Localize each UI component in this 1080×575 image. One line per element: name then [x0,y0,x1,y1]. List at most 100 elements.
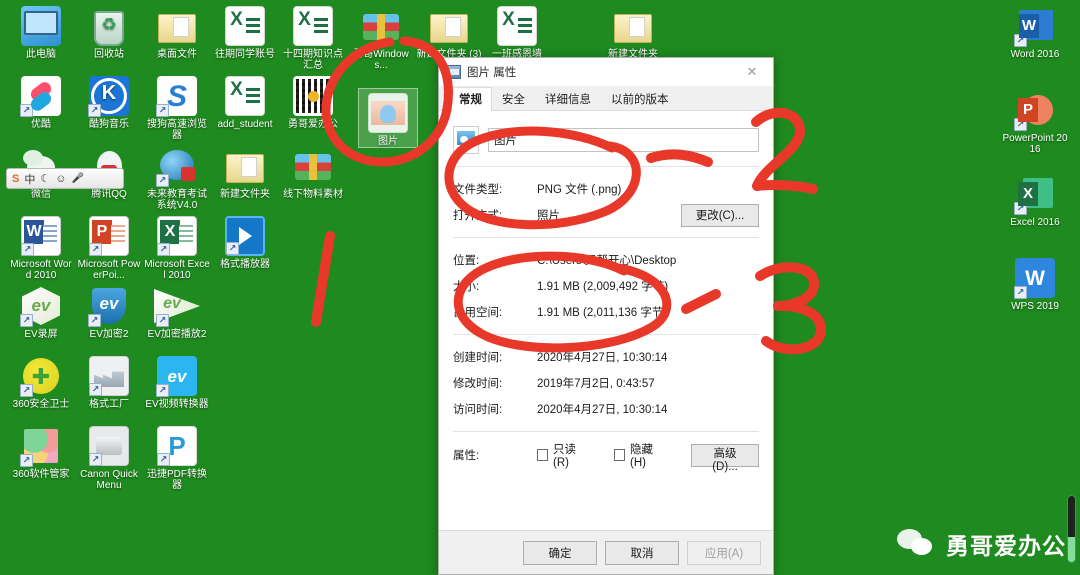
desktop-icon-桌面文件[interactable]: 桌面文件 [144,6,210,70]
desktop-icon-此电脑[interactable]: 此电脑 [8,6,74,70]
ime-language-bar[interactable]: S 中 ☾ ☺ 🎤 [6,168,124,189]
desktop-icon-EV加密播放2[interactable]: EV加密播放2 [144,286,210,350]
shortcut-arrow-icon [89,383,102,396]
accessed-label: 访问时间: [453,404,503,416]
location-value: C:\Users\天帮开心\Desktop [537,255,677,267]
desktop-icon-勇哥Windows...[interactable]: 勇哥Windows... [348,6,414,71]
advanced-button[interactable]: 高级(D)... [691,443,759,473]
desktop-icon-label: PowerPoint 2016 [1002,133,1068,155]
desktop-icon-selected-image[interactable]: 图片 [358,88,418,148]
desktop-icon-label: add_student [217,119,273,130]
size-row: 大小: 1.91 MB (2,009,492 字节) [453,273,759,299]
desktop-icon-未来教育考试系统V4.0[interactable]: 未来教育考试系统V4.0 [144,146,210,211]
desktop-icon-Microsoft Excel 2010[interactable]: Microsoft Excel 2010 [144,216,210,281]
hidden-checkbox-box[interactable] [614,449,625,461]
desktop-icon-格式播放器[interactable]: 格式播放器 [212,216,278,280]
ime-mode-icon[interactable]: 中 [24,171,35,187]
shortcut-arrow-icon [88,104,101,117]
desktop-icon-Microsoft PowerPoi...[interactable]: Microsoft PowerPoi... [76,216,142,281]
ok-button[interactable]: 确定 [523,540,597,565]
readonly-checkbox-box[interactable] [537,449,548,461]
folder-icon [157,6,197,46]
ime-mic-icon[interactable]: 🎤 [71,173,83,184]
desktop-icon-新建文件夹[interactable]: 新建文件夹 [212,146,278,210]
desktop-icon-优酷[interactable]: 优酷 [8,76,74,140]
msexcel-icon [157,216,197,256]
desktop-icon-360软件管家[interactable]: 360软件管家 [8,426,74,490]
excel-icon [225,76,265,116]
filename-input[interactable]: 图片 [488,128,759,152]
wechat-watermark: 勇哥爱办公 [897,527,1066,561]
youku-icon [20,76,61,117]
desktop-icon-label: 优酷 [31,119,51,130]
divider-4 [453,431,759,432]
png-file-icon [453,126,479,154]
readonly-checkbox[interactable]: 只读(R) [537,441,588,469]
apply-button: 应用(A) [687,540,761,565]
tab-details[interactable]: 详细信息 [535,87,601,111]
desktop-icon-回收站[interactable]: 回收站 [76,6,142,70]
desktop-icon-label: 勇哥爱办公 [288,119,338,130]
open-with-value: 照片 [537,210,560,222]
stroke-label-1 [311,231,335,327]
desktop-icon-搜狗高速浏览器[interactable]: 搜狗高速浏览器 [144,76,210,141]
file-properties-icon [447,65,461,79]
desktop-icon-label: EV视频转换器 [145,399,209,410]
w2016-icon [1014,6,1055,47]
desktop-icon-360安全卫士[interactable]: 360安全卫士 [8,356,74,420]
hidden-checkbox[interactable]: 隐藏(H) [614,441,665,469]
desktop-icon-图片[interactable]: 图片 [359,93,417,147]
file-type-value: PNG 文件 (.png) [537,184,622,196]
shortcut-arrow-icon [21,243,34,256]
p2016-icon [1014,90,1055,131]
change-button[interactable]: 更改(C)... [681,203,759,227]
desktop-icon-column-2: 桌面文件搜狗高速浏览器未来教育考试系统V4.0 Microsoft Excel 2… [144,6,210,496]
player-icon [225,216,265,256]
desktop-icon-EV视频转换器[interactable]: EV视频转换器 [144,356,210,420]
dialog-titlebar[interactable]: 图片 属性 ✕ [439,58,773,86]
ev1-icon [20,286,61,327]
desktop-icon-十四期知识点汇总[interactable]: 十四期知识点汇总 [280,6,346,71]
desktop-icon-label: 此电脑 [26,49,56,60]
desktop-icon-PowerPoint 2016[interactable]: PowerPoint 2016 [1002,90,1068,168]
size-on-disk-label: 占用空间: [453,307,503,319]
desktop-icon-label: 未来教育考试系统V4.0 [147,189,207,211]
folder-icon [429,6,469,46]
tab-general[interactable]: 常规 [449,87,492,111]
attributes-label: 属性: [453,450,480,462]
file-properties-dialog: 图片 属性 ✕ 常规 安全 详细信息 以前的版本 图片 文件类型: PNG 文件… [438,57,774,575]
desktop-icon-WPS 2019[interactable]: WPS 2019 [1002,258,1068,336]
wps-icon [1014,258,1055,299]
desktop-icon-格式工厂[interactable]: 格式工厂 [76,356,142,420]
tab-previous-versions[interactable]: 以前的版本 [601,87,679,111]
desktop-icon-酷狗音乐[interactable]: 酷狗音乐 [76,76,142,140]
cancel-button[interactable]: 取消 [605,540,679,565]
qr-icon [293,76,333,116]
scrollbar-thumb[interactable] [1067,495,1076,563]
desktop-icon-label: 格式工厂 [89,399,129,410]
desktop-icon-线下物料素材[interactable]: 线下物料素材 [280,146,346,210]
ime-moon-icon[interactable]: ☾ [40,172,50,185]
desktop-icon-EV加密2[interactable]: EV加密2 [76,286,142,350]
desktop-icon-Microsoft Word 2010[interactable]: Microsoft Word 2010 [8,216,74,281]
desktop-icon-勇哥爱办公[interactable]: 勇哥爱办公 [280,76,346,140]
desktop-icon-迅捷PDF转换器[interactable]: 迅捷PDF转换器 [144,426,210,491]
created-value: 2020年4月27日, 10:30:14 [537,352,668,364]
desktop-icon-label: 360安全卫士 [12,399,70,410]
desktop-icon-add_student[interactable]: add_student [212,76,278,140]
desktop-icon-label: EV加密2 [89,329,129,340]
desktop-icon-Excel 2016[interactable]: Excel 2016 [1002,174,1068,252]
close-icon[interactable]: ✕ [731,58,773,86]
desktop-icon-label: 勇哥Windows... [353,49,409,71]
desktop-icon-往期同学账号[interactable]: 往期同学账号 [212,6,278,70]
desktop-icon-label: EV加密播放2 [147,329,207,340]
ime-emoji-icon[interactable]: ☺ [55,173,66,185]
desktop-icon-label: 线下物料素材 [283,189,343,200]
desktop-icon-EV录屏[interactable]: EV录屏 [8,286,74,350]
shortcut-arrow-icon [88,314,101,327]
desktop-icon-Word 2016[interactable]: Word 2016 [1002,6,1068,84]
tab-security[interactable]: 安全 [492,87,535,111]
rar-icon [293,146,333,186]
shortcut-arrow-icon [20,104,33,117]
desktop-icon-Canon Quick Menu[interactable]: Canon Quick Menu [76,426,142,491]
